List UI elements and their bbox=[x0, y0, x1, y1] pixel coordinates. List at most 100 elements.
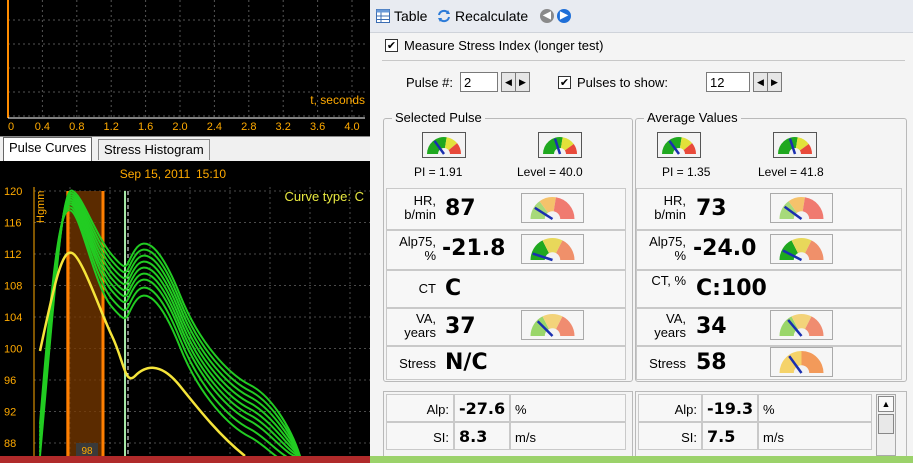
time-tick-label: 3.2 bbox=[276, 121, 291, 133]
back-icon[interactable]: ◀ bbox=[540, 9, 554, 23]
pulses-to-show-input[interactable]: 12 bbox=[706, 72, 750, 92]
detail-label: SI: bbox=[433, 430, 449, 445]
tab-stress-histogram[interactable]: Stress Histogram bbox=[98, 139, 210, 160]
hr-gauge bbox=[521, 193, 584, 223]
avg-hr-gauge bbox=[770, 193, 833, 223]
avg-ct-value: C:100 bbox=[696, 276, 767, 301]
gauge-dial-icon bbox=[427, 137, 461, 155]
tab-pulse-curves[interactable]: Pulse Curves bbox=[3, 137, 93, 161]
avg-alp75-value: -24.0 bbox=[693, 236, 757, 261]
time-tick-label: 1.2 bbox=[104, 121, 119, 133]
va-label: VA, years bbox=[404, 311, 436, 340]
avg-alp75-label: Alp75, % bbox=[649, 234, 686, 263]
average-values-title: Average Values bbox=[644, 110, 741, 125]
avg-hr-label: HR, b/min bbox=[654, 193, 686, 222]
avg-level-value: Level = 41.8 bbox=[758, 165, 824, 179]
selected-pulse-title: Selected Pulse bbox=[392, 110, 485, 125]
detail-label: Alp: bbox=[426, 402, 449, 417]
y-tick-label: 100 bbox=[4, 344, 22, 356]
time-tick-label: 0 bbox=[8, 121, 14, 133]
table-icon bbox=[376, 9, 390, 23]
time-tick-label: 0.4 bbox=[35, 121, 50, 133]
va-value: 37 bbox=[445, 314, 476, 339]
time-tick-label: 2.4 bbox=[207, 121, 222, 133]
marker-label: 98 bbox=[81, 446, 93, 456]
recalculate-label: Recalculate bbox=[455, 8, 529, 24]
ct-value: C bbox=[445, 276, 462, 301]
forward-icon[interactable]: ▶ bbox=[557, 9, 571, 23]
gauge-dial-icon bbox=[779, 238, 824, 262]
gauge-dial-icon bbox=[530, 238, 575, 262]
hr-value: 87 bbox=[445, 196, 476, 221]
avg-va-value: 34 bbox=[696, 314, 727, 339]
y-tick-label: 92 bbox=[4, 407, 16, 419]
recalculate-button[interactable]: Recalculate bbox=[437, 8, 528, 24]
avg-alp75-gauge bbox=[770, 234, 833, 264]
detail-value: 8.3 bbox=[459, 427, 488, 446]
results-pane: Table Recalculate ◀ ▶ ✔ Measure Stress I… bbox=[370, 0, 913, 463]
avg-pi-gauge bbox=[657, 132, 701, 158]
measurement-date: Sep 15, 2011 bbox=[120, 167, 191, 181]
avg-detail-label: SI: bbox=[681, 430, 697, 445]
y-axis-label: Hgmm bbox=[35, 191, 47, 223]
gauge-dial-icon bbox=[530, 197, 575, 221]
pulse-next-button[interactable]: ▶ bbox=[515, 72, 530, 92]
scroll-up-icon[interactable]: ▲ bbox=[878, 396, 894, 412]
pulse-wave-pane: 0 0.4 0.8 1.2 1.6 2.0 2.4 2.8 3.2 3.6 4.0 t, secon… bbox=[0, 0, 370, 463]
hr-label: HR, b/min bbox=[404, 193, 436, 222]
pi-value: PI = 1.91 bbox=[414, 165, 463, 179]
time-tick-label: 2.0 bbox=[172, 121, 187, 133]
checkbox-icon: ✔ bbox=[558, 76, 571, 89]
avg-detail-value: 7.5 bbox=[707, 427, 736, 446]
pulses-prev-button[interactable]: ◀ bbox=[753, 72, 768, 92]
avg-ct-label: CT, % bbox=[651, 273, 686, 288]
y-tick-label: 104 bbox=[4, 312, 22, 324]
measurement-time: 15:10 bbox=[196, 167, 226, 181]
gauge-dial-icon bbox=[530, 314, 575, 337]
stress-value: N/C bbox=[445, 350, 488, 375]
gauge-dial-icon bbox=[779, 351, 824, 374]
avg-detail-value: -19.3 bbox=[707, 399, 754, 418]
avg-detail-label: Alp: bbox=[674, 402, 697, 417]
y-tick-label: 116 bbox=[4, 218, 22, 230]
alp75-label: Alp75, % bbox=[399, 234, 436, 263]
table-button[interactable]: Table bbox=[376, 8, 427, 24]
measure-stress-checkbox[interactable]: ✔ Measure Stress Index (longer test) bbox=[385, 38, 603, 53]
pulses-next-button[interactable]: ▶ bbox=[767, 72, 782, 92]
avg-level-gauge bbox=[773, 132, 817, 158]
avg-stress-gauge bbox=[770, 347, 833, 377]
scroll-thumb[interactable] bbox=[878, 414, 894, 434]
pulse-prev-button[interactable]: ◀ bbox=[501, 72, 516, 92]
time-tick-label: 3.6 bbox=[310, 121, 325, 133]
level-value: Level = 40.0 bbox=[517, 165, 583, 179]
y-tick-label: 120 bbox=[4, 186, 22, 198]
pi-gauge bbox=[422, 132, 466, 158]
time-axis-label: t, seconds bbox=[310, 93, 365, 107]
ct-label: CT bbox=[418, 281, 436, 296]
time-tick-label: 1.6 bbox=[138, 121, 153, 133]
gauge-dial-icon bbox=[662, 137, 696, 155]
avg-pi-value: PI = 1.35 bbox=[662, 165, 711, 179]
avg-stress-label: Stress bbox=[649, 356, 686, 371]
level-gauge bbox=[538, 132, 582, 158]
time-axis-chart: 0 0.4 0.8 1.2 1.6 2.0 2.4 2.8 3.2 3.6 4.0 t, secon… bbox=[0, 0, 370, 135]
avg-va-label: VA, years bbox=[654, 311, 686, 340]
time-tick-label: 4.0 bbox=[344, 121, 359, 133]
pulses-to-show-checkbox[interactable]: ✔ Pulses to show: bbox=[558, 75, 668, 90]
y-tick-label: 108 bbox=[4, 281, 22, 293]
pulse-number-label: Pulse #: bbox=[406, 75, 453, 90]
table-label: Table bbox=[394, 8, 428, 24]
alp75-gauge bbox=[521, 234, 584, 264]
avg-stress-value: 58 bbox=[696, 350, 727, 375]
gauge-dial-icon bbox=[779, 197, 824, 221]
y-tick-label: 112 bbox=[4, 249, 22, 261]
va-gauge bbox=[521, 310, 584, 340]
avg-detail-unit: m/s bbox=[763, 430, 784, 445]
toolbar: Table Recalculate ◀ ▶ bbox=[370, 0, 913, 33]
gauge-dial-icon bbox=[778, 137, 812, 155]
avg-hr-value: 73 bbox=[696, 196, 727, 221]
avg-va-gauge bbox=[770, 310, 833, 340]
pulse-number-input[interactable]: 2 bbox=[460, 72, 498, 92]
details-scrollbar[interactable]: ▲ bbox=[876, 394, 896, 456]
alp75-value: -21.8 bbox=[442, 236, 506, 261]
